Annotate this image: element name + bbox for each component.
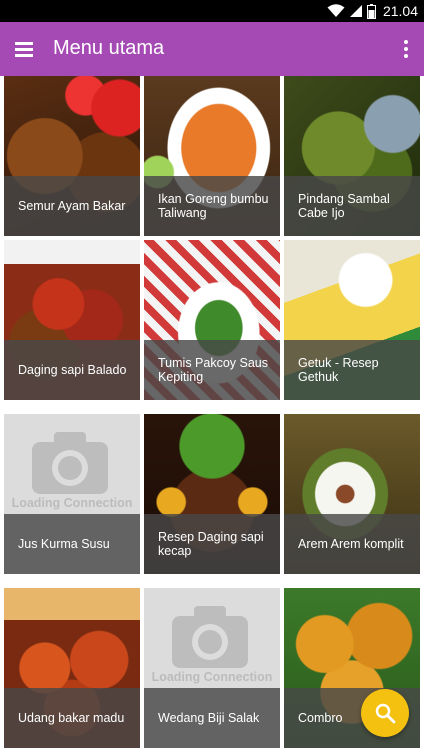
menu-card-label: Jus Kurma Susu [4, 514, 140, 574]
menu-card-label: Wedang Biji Salak [144, 688, 280, 748]
menu-card-label: Arem Arem komplit [284, 514, 420, 574]
menu-card-label: Tumis Pakcoy Saus Kepiting [144, 340, 280, 400]
menu-card-jus-kurma-susu[interactable]: Loading Connection Jus Kurma Susu [4, 414, 140, 574]
menu-card-udang-bakar-madu[interactable]: Udang bakar madu [4, 588, 140, 748]
menu-card-label: Ikan Goreng bumbu Taliwang [144, 176, 280, 236]
app-bar: Menu utama [0, 22, 424, 76]
battery-icon [366, 3, 376, 19]
menu-card-label: Pindang Sambal Cabe Ijo [284, 176, 420, 236]
menu-card-label: Resep Daging sapi kecap [144, 514, 280, 574]
menu-card-arem-arem-komplit[interactable]: Arem Arem komplit [284, 414, 420, 574]
loading-connection-text: Loading Connection [151, 670, 273, 684]
more-vert-icon[interactable] [400, 38, 412, 60]
page-title: Menu utama [53, 37, 165, 59]
menu-grid: Semur Ayam Bakar Ikan Goreng bumbu Taliw… [0, 76, 424, 752]
menu-card-daging-sapi-balado[interactable]: Daging sapi Balado [4, 240, 140, 400]
hamburger-menu-icon[interactable] [12, 37, 36, 61]
status-bar: 21.04 [0, 0, 424, 22]
wifi-icon [327, 4, 345, 17]
signal-icon [349, 5, 362, 17]
menu-card-label: Daging sapi Balado [4, 340, 140, 400]
loading-connection-text: Loading Connection [11, 496, 133, 510]
menu-card-semur-ayam-bakar[interactable]: Semur Ayam Bakar [4, 76, 140, 236]
menu-card-pindang-sambal-cabe-ijo[interactable]: Pindang Sambal Cabe Ijo [284, 76, 420, 236]
menu-card-getuk-resep-gethuk[interactable]: Getuk - Resep Gethuk [284, 240, 420, 400]
camera-placeholder-icon [172, 606, 248, 668]
menu-card-label: Getuk - Resep Gethuk [284, 340, 420, 400]
search-button[interactable] [361, 689, 409, 737]
camera-placeholder-icon [32, 432, 108, 494]
menu-card-label: Udang bakar madu [4, 688, 140, 748]
menu-card-ikan-goreng-bumbu-taliwang[interactable]: Ikan Goreng bumbu Taliwang [144, 76, 280, 236]
status-time: 21.04 [382, 3, 418, 19]
menu-card-resep-daging-sapi-kecap[interactable]: Resep Daging sapi kecap [144, 414, 280, 574]
menu-card-label: Semur Ayam Bakar [4, 176, 140, 236]
menu-card-tumis-pakcoy-saus-kepiting[interactable]: Tumis Pakcoy Saus Kepiting [144, 240, 280, 400]
search-icon [375, 703, 396, 724]
menu-card-wedang-biji-salak[interactable]: Loading Connection Wedang Biji Salak [144, 588, 280, 748]
